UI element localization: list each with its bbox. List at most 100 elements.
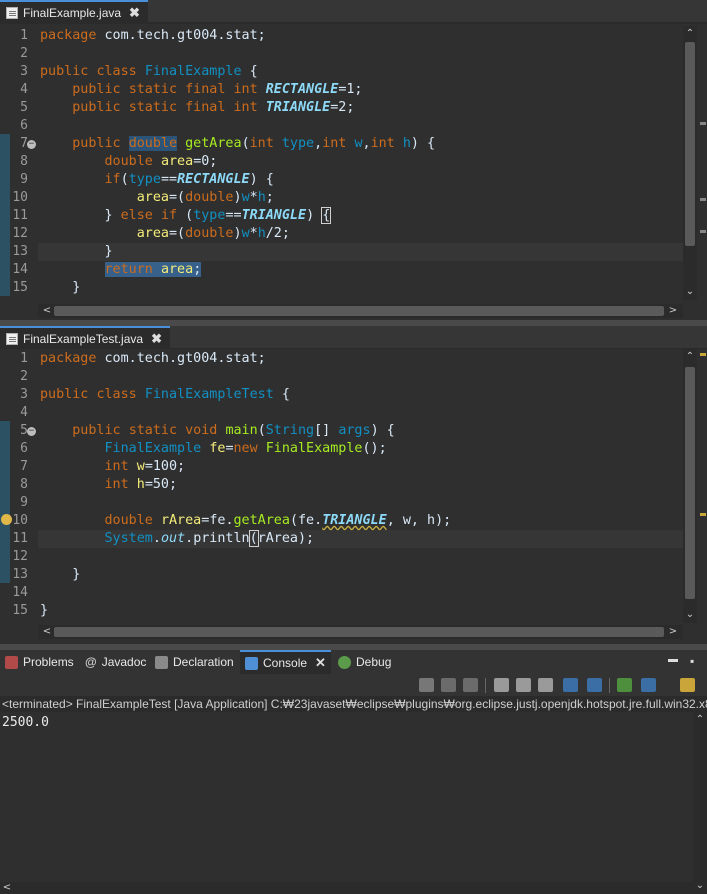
scroll-up-icon[interactable]: ⌃ bbox=[683, 28, 697, 40]
line-number: 11 bbox=[12, 531, 28, 546]
close-icon[interactable]: ✖ bbox=[129, 5, 140, 21]
scroll-thumb[interactable] bbox=[54, 306, 664, 316]
code-line[interactable]: FinalExample fe=new FinalExample(); bbox=[40, 440, 387, 458]
tab-javadoc[interactable]: @ Javadoc bbox=[80, 650, 151, 674]
javadoc-icon: @ bbox=[85, 655, 97, 669]
scroll-up-icon[interactable]: ⌃ bbox=[693, 714, 707, 726]
code-line[interactable]: int w=100; bbox=[40, 458, 186, 476]
scroll-left-icon[interactable]: < bbox=[40, 305, 54, 317]
line-number: 4 bbox=[20, 82, 28, 97]
line-number: 6 bbox=[20, 441, 28, 456]
line-number-gutter: 1 2 3 4 5 6 7 8 9 10 11 12 13 14 15 − bbox=[0, 349, 38, 644]
code-line[interactable]: area=(double)w*h; bbox=[40, 189, 274, 207]
vertical-scrollbar[interactable]: ⌃ ⌄ bbox=[683, 349, 697, 623]
views-tabbar: Problems @ Javadoc Declaration Console ✕… bbox=[0, 650, 707, 674]
terminate-icon[interactable] bbox=[419, 678, 434, 692]
editor1[interactable]: 1 2 3 4 5 6 7 8 9 10 11 12 13 14 15 − pa… bbox=[0, 26, 707, 320]
editor2[interactable]: 1 2 3 4 5 6 7 8 9 10 11 12 13 14 15 − pa… bbox=[0, 349, 707, 644]
warning-icon[interactable] bbox=[1, 514, 12, 525]
show-on-error-icon[interactable] bbox=[587, 678, 602, 692]
code-line[interactable]: public static void main(String[] args) { bbox=[40, 422, 395, 440]
fold-toggle-icon[interactable]: − bbox=[27, 140, 36, 149]
scroll-right-icon[interactable]: > bbox=[666, 626, 680, 638]
tab-declaration[interactable]: Declaration bbox=[150, 650, 239, 674]
code-line[interactable]: public class FinalExampleTest { bbox=[40, 386, 290, 404]
code-line[interactable]: } bbox=[40, 602, 48, 620]
code-line[interactable]: } bbox=[40, 243, 113, 261]
code-line[interactable]: double rArea=fe.getArea(fe.TRIANGLE, w, … bbox=[40, 512, 452, 530]
code-line[interactable]: } bbox=[40, 279, 80, 297]
code-line[interactable]: } bbox=[40, 566, 80, 584]
horizontal-scrollbar[interactable]: < > bbox=[38, 625, 683, 639]
code-line[interactable]: System.out.println(rArea); bbox=[40, 530, 314, 548]
scroll-left-icon[interactable]: < bbox=[0, 882, 14, 894]
code-line[interactable]: } else if (type==TRIANGLE) { bbox=[40, 207, 332, 225]
tab-label: Declaration bbox=[173, 655, 234, 669]
scroll-down-icon[interactable]: ⌄ bbox=[693, 880, 707, 892]
scroll-right-icon[interactable]: > bbox=[666, 305, 680, 317]
tab-finalexample[interactable]: FinalExample.java ✖ bbox=[0, 0, 148, 24]
scroll-up-icon[interactable]: ⌃ bbox=[683, 351, 697, 363]
scroll-lock-icon[interactable] bbox=[516, 678, 531, 692]
code-line[interactable]: public static final int RECTANGLE=1; bbox=[40, 81, 362, 99]
code-line[interactable]: int h=50; bbox=[40, 476, 178, 494]
line-number: 8 bbox=[20, 477, 28, 492]
scroll-down-icon[interactable]: ⌄ bbox=[683, 286, 697, 298]
tab-console[interactable]: Console ✕ bbox=[240, 650, 331, 674]
java-file-icon bbox=[6, 333, 18, 345]
close-icon[interactable]: ✖ bbox=[151, 331, 162, 347]
horizontal-scrollbar[interactable]: < > bbox=[38, 304, 683, 318]
line-number: 12 bbox=[12, 549, 28, 564]
console-icon bbox=[245, 656, 258, 670]
scroll-down-icon[interactable]: ⌄ bbox=[683, 609, 697, 621]
code-line[interactable]: public double getArea(int type,int w,int… bbox=[40, 135, 435, 153]
line-number: 7 bbox=[20, 136, 28, 151]
code-line[interactable]: area=(double)w*h/2; bbox=[40, 225, 290, 243]
scroll-thumb[interactable] bbox=[54, 627, 664, 637]
tab-label: Debug bbox=[356, 655, 392, 669]
code-line[interactable]: public class FinalExample { bbox=[40, 63, 258, 81]
code-line[interactable]: double area=0; bbox=[40, 153, 218, 171]
remove-launch-icon[interactable] bbox=[441, 678, 456, 692]
line-number: 9 bbox=[20, 495, 28, 510]
java-file-icon bbox=[6, 7, 18, 19]
word-wrap-icon[interactable] bbox=[538, 678, 553, 692]
console-horizontal-scrollbar[interactable]: < bbox=[0, 882, 693, 894]
console-output[interactable]: 2500.0 bbox=[0, 712, 693, 882]
clear-console-icon[interactable] bbox=[494, 678, 509, 692]
line-number: 13 bbox=[12, 567, 28, 582]
line-number-gutter: 1 2 3 4 5 6 7 8 9 10 11 12 13 14 15 − bbox=[0, 26, 38, 320]
line-number: 6 bbox=[20, 118, 28, 133]
tab-problems[interactable]: Problems bbox=[0, 650, 79, 674]
maximize-icon[interactable]: ▪ bbox=[690, 654, 694, 668]
ruler-mark bbox=[700, 122, 706, 125]
line-number: 10 bbox=[12, 190, 28, 205]
tab-debug[interactable]: Debug bbox=[333, 650, 396, 674]
code-line[interactable]: package com.tech.gt004.stat; bbox=[40, 350, 266, 368]
code-line[interactable]: return area; bbox=[40, 261, 202, 279]
pin-console-icon[interactable] bbox=[617, 678, 632, 692]
open-console-icon[interactable] bbox=[680, 678, 695, 692]
fold-toggle-icon[interactable]: − bbox=[27, 427, 36, 436]
problems-icon bbox=[5, 655, 18, 669]
close-icon[interactable]: ✕ bbox=[315, 655, 326, 671]
line-number: 5 bbox=[20, 423, 28, 438]
code-line[interactable]: package com.tech.gt004.stat; bbox=[40, 27, 266, 45]
scroll-thumb[interactable] bbox=[685, 42, 695, 246]
scroll-thumb[interactable] bbox=[685, 367, 695, 599]
console-vertical-scrollbar[interactable]: ⌃ ⌄ bbox=[693, 712, 707, 894]
remove-all-icon[interactable] bbox=[463, 678, 478, 692]
code-line[interactable]: if(type==RECTANGLE) { bbox=[40, 171, 274, 189]
current-line-highlight bbox=[38, 243, 683, 261]
show-on-output-icon[interactable] bbox=[563, 678, 578, 692]
minimize-icon[interactable]: ▬ bbox=[668, 654, 678, 665]
overview-ruler bbox=[700, 349, 706, 623]
line-number: 2 bbox=[20, 369, 28, 384]
line-number: 4 bbox=[20, 405, 28, 420]
ruler-mark bbox=[700, 353, 706, 356]
code-line[interactable]: public static final int TRIANGLE=2; bbox=[40, 99, 354, 117]
vertical-scrollbar[interactable]: ⌃ ⌄ bbox=[683, 26, 697, 300]
display-console-icon[interactable] bbox=[641, 678, 656, 692]
scroll-left-icon[interactable]: < bbox=[40, 626, 54, 638]
tab-finalexampletest[interactable]: FinalExampleTest.java ✖ bbox=[0, 326, 170, 350]
